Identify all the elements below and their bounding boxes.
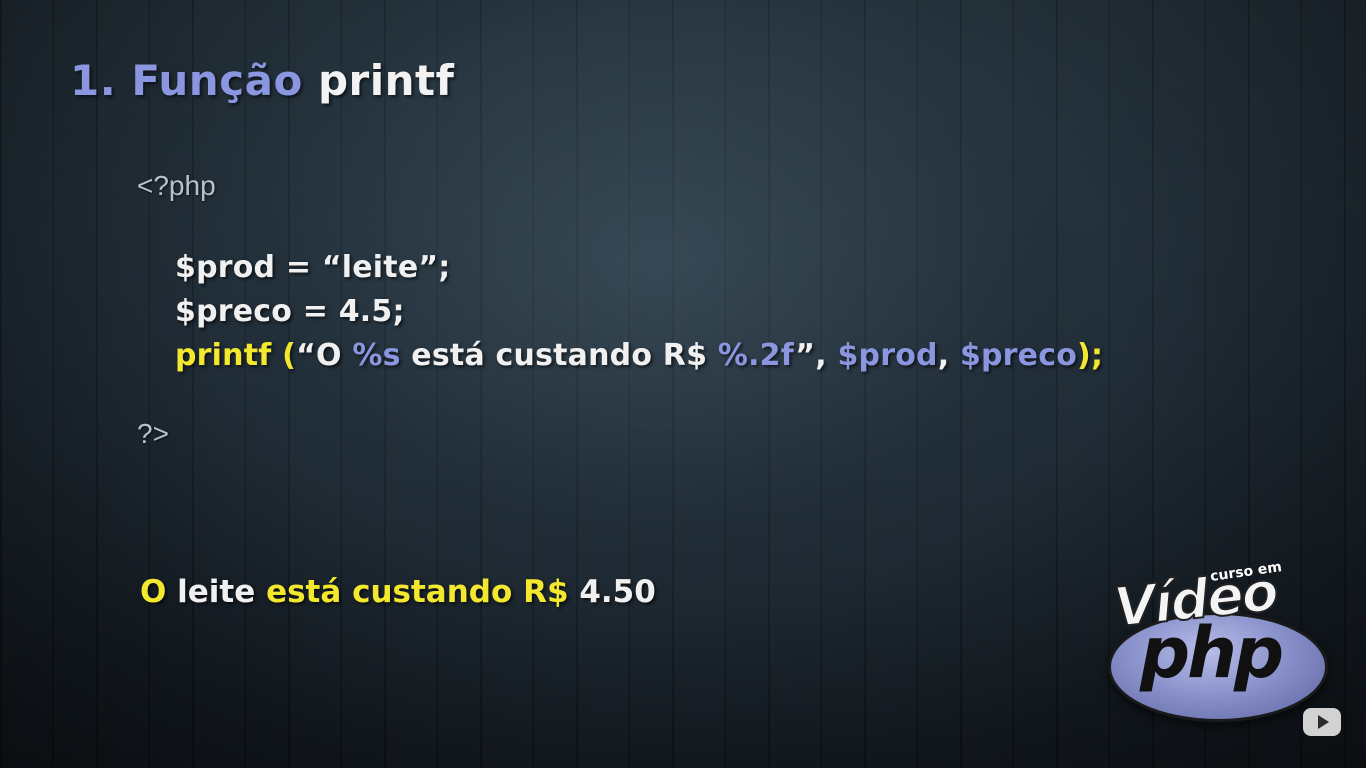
youtube-play-icon[interactable] (1302, 706, 1342, 738)
slide-title: 1. Função printf (70, 56, 454, 105)
printf-format-f: %.2f (717, 338, 796, 373)
printf-arg-prod: $prod (837, 338, 938, 373)
printf-quote-close: ”, (795, 338, 838, 373)
output-o: O (140, 574, 178, 610)
php-close-tag: ?> (137, 418, 169, 449)
title-number: 1. (70, 56, 117, 105)
curso-em-video-php-logo: Vídeo curso em php (1100, 559, 1330, 722)
video-frame: 1. Função printf <?php $prod = “leite”; … (0, 0, 1366, 768)
printf-middle-text: está custando R$ (400, 338, 718, 373)
output-leite: leite (177, 574, 267, 610)
youtube-play-icon-svg (1303, 708, 1341, 736)
printf-comma: , (937, 338, 960, 373)
printf-arg-preco: $preco (959, 338, 1078, 373)
code-line-preco: $preco = 4.5; (175, 294, 405, 329)
output-value: 4.50 (579, 574, 656, 610)
output-line: O leite está custando R$ 4.50 (140, 574, 656, 610)
title-word: Função (131, 56, 303, 105)
printf-keyword: printf ( (175, 338, 297, 373)
code-line-printf: printf (“O %s está custando R$ %.2f”, $p… (175, 338, 1103, 373)
printf-format-s: %s (352, 338, 401, 373)
output-middle: está custando R$ (266, 574, 580, 610)
logo-php-text: php (1140, 612, 1284, 694)
code-line-prod: $prod = “leite”; (175, 250, 451, 285)
printf-quote-open: “O (296, 338, 353, 373)
title-function-name: printf (317, 56, 455, 105)
php-open-tag: <?php (137, 170, 216, 201)
printf-end: ); (1077, 338, 1104, 373)
